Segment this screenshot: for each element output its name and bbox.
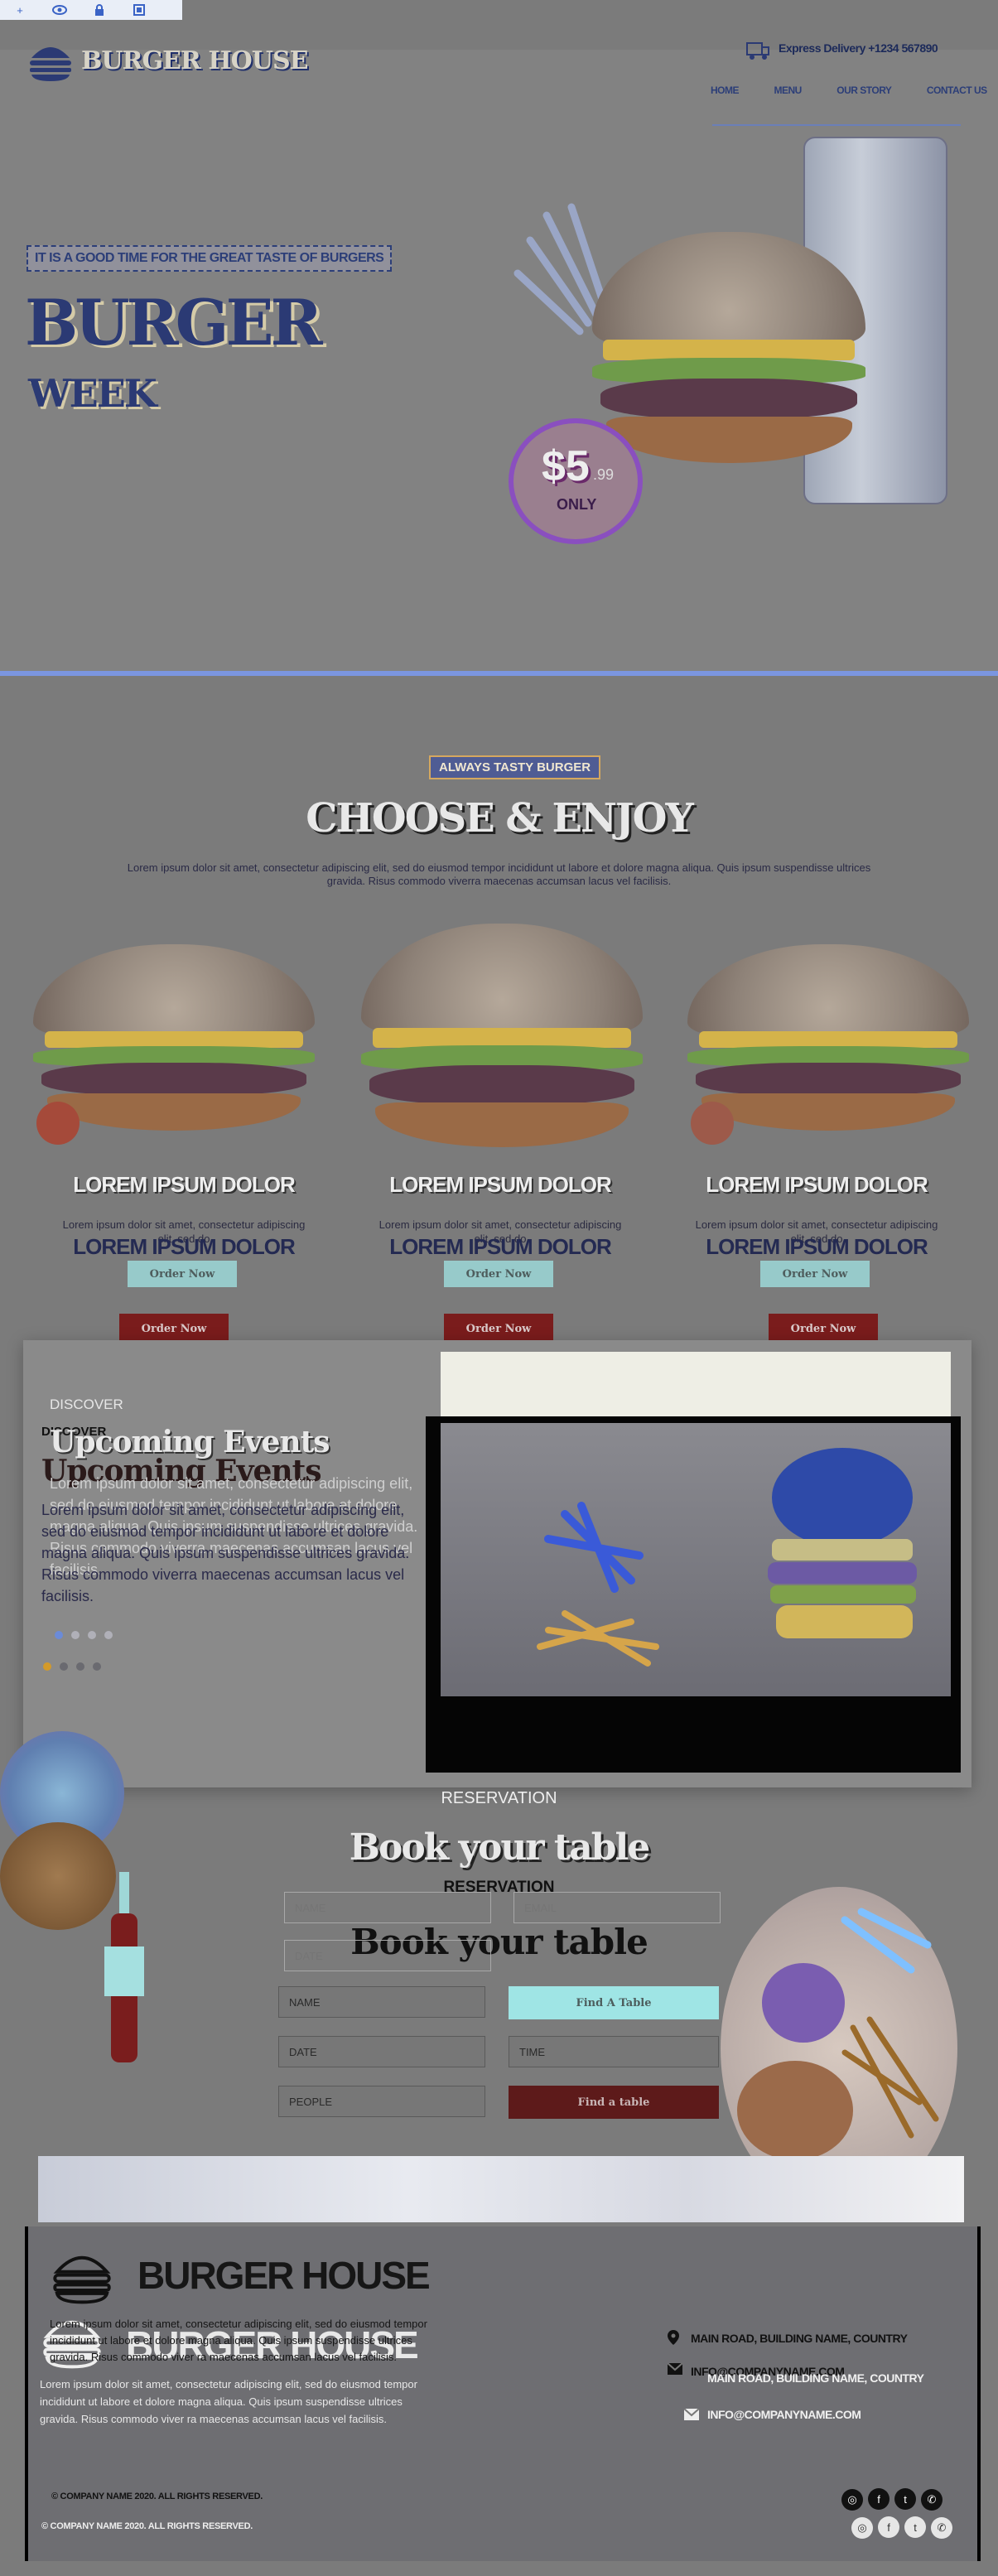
carousel-dot[interactable] [104,1631,113,1639]
location-pin-icon [668,2330,679,2349]
decor-burger-bun [0,1822,116,1930]
hero-tagline: IT IS A GOOD TIME FOR THE GREAT TASTE OF… [27,245,393,272]
card-3-title-alt: LOREM IPSUM DOLOR [706,1234,928,1259]
name-input[interactable] [284,1892,491,1923]
brand-logo[interactable] [27,40,75,87]
lock-icon[interactable] [80,0,119,20]
card-1-title-alt: LOREM IPSUM DOLOR [73,1234,296,1259]
email-input[interactable] [513,1892,721,1923]
footer-address-alt: MAIN ROAD, BUILDING NAME, COUNTRY [707,2371,924,2385]
carousel-dot[interactable] [88,1631,96,1639]
card-1-order-button[interactable]: Order Now [119,1314,229,1343]
carousel-dot[interactable] [60,1662,68,1671]
price-amount: $5 [542,442,590,490]
events-image-frame-top [441,1352,951,1416]
instagram-icon[interactable]: ◎ [851,2516,873,2539]
date-field-alt[interactable]: DATE [278,2036,485,2067]
reservation-title: Book your table [349,1826,650,1869]
email-icon-alt [683,2408,700,2424]
copy-icon[interactable] [119,0,159,20]
footer-email-alt[interactable]: INFO@COMPANYNAME.COM [707,2408,861,2421]
footer-brand[interactable]: BURGER HOUSE [137,2253,431,2298]
facebook-icon[interactable]: f [878,2516,899,2538]
brand-name[interactable]: BURGER HOUSE [81,46,308,75]
nav-divider [712,124,961,126]
tomato-icon [691,1102,734,1145]
carousel-dot[interactable] [93,1662,101,1671]
social-links-alt: ◎ f t ✆ [846,2516,952,2539]
nav-menu[interactable]: MENU [774,84,802,96]
tomato-icon [36,1102,80,1145]
plus-icon[interactable]: + [0,0,40,20]
facebook-icon[interactable]: f [868,2488,890,2510]
twitter-icon[interactable]: t [894,2488,916,2510]
events-kicker: DISCOVER [50,1397,123,1412]
nav-contact-us[interactable]: CONTACT US [927,84,987,96]
find-table-button-alt[interactable]: Find a table [509,2086,719,2119]
nav-home[interactable]: HOME [711,84,740,96]
carousel-dot-active[interactable] [55,1631,63,1639]
instagram-icon[interactable]: ◎ [841,2488,863,2511]
hero-title: BURGER [25,286,323,359]
card-2-order-ghost[interactable]: Order Now [444,1261,553,1287]
card-1-title: LOREM IPSUM DOLOR [73,1172,296,1197]
burger-logo-icon [30,47,71,81]
footer-address: MAIN ROAD, BUILDING NAME, COUNTRY [691,2332,908,2345]
hero-subtitle: WEEK [28,371,157,416]
price-badge: $5 .99 ONLY [509,418,643,544]
price-cents: .99 [593,466,615,483]
date-input[interactable] [284,1940,491,1971]
carousel-dot[interactable] [71,1631,80,1639]
card-2-title: LOREM IPSUM DOLOR [389,1172,612,1197]
card-3-order-button[interactable]: Order Now [769,1314,878,1343]
social-links: ◎ f t ✆ [836,2488,943,2511]
delivery-icon [745,38,770,61]
card-3-order-ghost[interactable]: Order Now [760,1261,870,1287]
menu-kicker: ALWAYS TASTY BURGER [429,755,601,779]
events-image [441,1423,951,1696]
footer-about: Lorem ipsum dolor sit amet, consectetur … [50,2318,427,2363]
whatsapp-icon[interactable]: ✆ [921,2488,943,2511]
menu-title: CHOOSE & ENJOY [306,795,693,842]
delivery-phone[interactable]: Express Delivery +1234 567890 [779,41,938,55]
footer-logo-icon [50,2248,114,2308]
editor-toolbar: + [0,0,182,20]
people-field-alt[interactable]: NAME [278,1986,485,2018]
events-carousel-dots [55,1628,121,1643]
find-table-button[interactable]: Find A Table [509,1986,719,2019]
card-2-title-alt: LOREM IPSUM DOLOR [389,1234,612,1259]
card-2-order-button[interactable]: Order Now [444,1314,553,1343]
eye-icon[interactable] [40,0,80,20]
whatsapp-icon[interactable]: ✆ [931,2516,952,2539]
nav-our-story[interactable]: OUR STORY [836,84,892,96]
sauce-bottle-illustration [99,1872,149,2104]
events-carousel-dots-alt [43,1660,109,1675]
footer-copyright: © COMPANY NAME 2020. ALL RIGHTS RESERVED… [51,2492,263,2501]
people-field[interactable]: PEOPLE [278,2086,485,2117]
card-3-title: LOREM IPSUM DOLOR [706,1172,928,1197]
footer-about-alt: Lorem ipsum dolor sit amet, consectetur … [40,2378,417,2425]
fries-and-burger-illustration [537,1448,917,1667]
footer-copyright-alt: © COMPANY NAME 2020. ALL RIGHTS RESERVED… [41,2521,253,2531]
main-nav: HOME MENU OUR STORY CONTACT US [679,83,987,98]
price-note: ONLY [557,496,597,513]
carousel-dot[interactable] [76,1662,84,1671]
menu-intro: Lorem ipsum dolor sit amet, consectetur … [127,861,871,887]
time-field-alt[interactable]: TIME [509,2036,719,2067]
events-text-alt: Lorem ipsum dolor sit amet, consectetur … [41,1502,410,1604]
card-2-burger-image [361,924,643,1172]
twitter-icon[interactable]: t [904,2516,926,2538]
footer-image-strip [38,2156,964,2222]
email-icon [667,2362,683,2379]
card-1-order-ghost[interactable]: Order Now [128,1261,237,1287]
carousel-dot-active[interactable] [43,1662,51,1671]
reservation-kicker: RESERVATION [441,1789,557,1807]
